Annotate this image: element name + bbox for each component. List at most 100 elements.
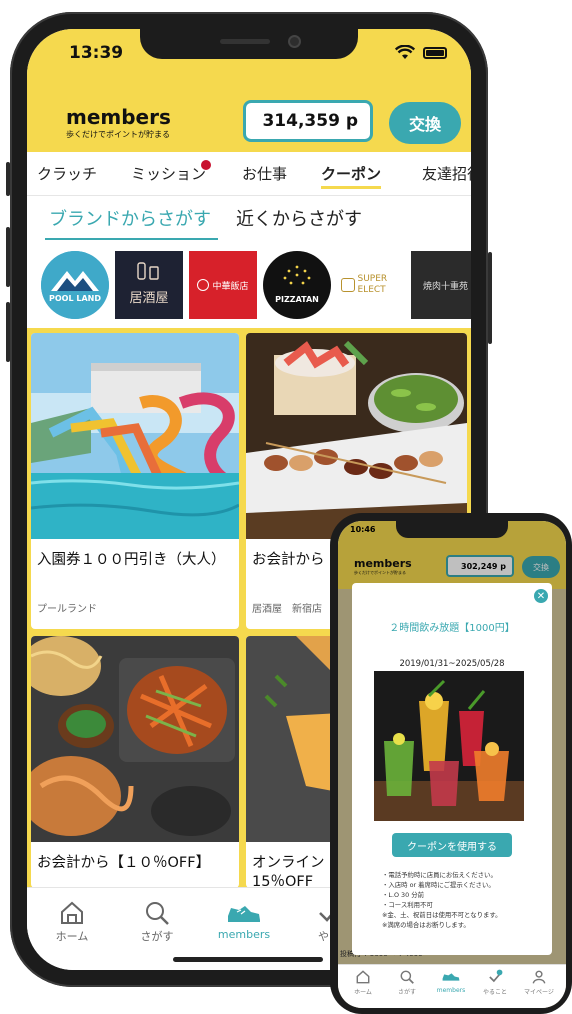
note-line: ※金、土、祝前日は使用不可となります。 [382,911,502,919]
category-tabs: クラッチ ミッション お仕事 クーポン 友達招待 [27,157,471,193]
nav-label: ホーム [354,989,372,996]
power-button [488,252,492,344]
nav-home[interactable]: ホーム [32,898,112,944]
tabs-divider [27,195,471,196]
nav-members[interactable]: members [430,969,472,994]
subtab-nearby[interactable]: 近くからさがす [236,205,362,231]
brand-pizzatan[interactable]: PIZZATAN [263,251,331,319]
members-logo: members 歩くだけでポイントが貯まる [66,107,171,140]
coupon-card-chinese[interactable]: お会計から【１０％OFF】 [31,636,239,888]
nav-todo[interactable]: やること [474,969,516,996]
nav-label: やること [482,989,507,996]
nav-search[interactable]: さがす [386,969,428,996]
brand-label: 中華飯店 [212,281,249,292]
status-time: 13:39 [69,43,124,63]
coupon-card-pool[interactable]: 入園券１００円引き（大人） プールランド [31,333,239,629]
brand-label: 焼肉十重苑 [423,281,469,292]
logo-title: members [66,105,171,129]
nav-members[interactable]: members [204,898,284,941]
pool-slide-image [31,333,239,539]
coupon-title: オンライン [252,855,325,871]
brand-label: PIZZATAN [275,295,319,304]
cocktail-image-drawing [374,671,524,821]
use-coupon-button[interactable]: クーポンを使用する [392,833,512,857]
coupon-modal: ✕ ２時間飲み放題【1000円】 2019/01/31~2025/05/28 ク… [352,583,552,955]
brand-poolland[interactable]: POOL LAND [41,251,109,319]
nav-label: マイページ [524,989,554,996]
subtab-active-indicator [45,238,218,240]
note-line: ※満席の場合はお断りします。 [382,921,470,929]
nav-mypage[interactable]: マイページ [518,969,560,996]
nav-label: さがす [397,989,416,996]
logo-subtitle: 歩くだけでポイントが貯まる [66,130,170,139]
brand-super-elect[interactable]: SUPER ELECT [337,251,405,319]
nav-search[interactable]: さがす [117,898,197,944]
home-indicator [173,957,323,962]
brand-chuka[interactable]: 中華飯店 [189,251,257,319]
person-icon [532,970,546,984]
search-icon [400,970,414,984]
speaker [220,39,270,44]
coupon-title: 入園券１００円引き（大人） [37,552,226,568]
coupon-shop: プールランド [37,604,97,615]
secondary-phone-frame: 10:46 members 歩くだけでポイントが貯まる 302,249 p 交換… [330,513,572,1014]
camera-icon [288,35,301,48]
coupon-discount: 15％OFF [252,874,314,888]
secondary-screen: 10:46 members 歩くだけでポイントが貯まる 302,249 p 交換… [338,521,566,1008]
tab-work[interactable]: お仕事 [242,163,287,184]
close-icon[interactable]: ✕ [534,589,548,603]
bottom-nav: ホーム さがす members やること マイページ [338,964,566,1008]
super-elect-emblem-icon [340,278,355,292]
exchange-button[interactable]: 交換 [389,102,461,144]
brand-label: SUPER ELECT [357,274,388,295]
tab-coupon[interactable]: クーポン [321,163,382,189]
shoe-icon [228,906,260,922]
volume-down-button [6,302,10,362]
coupon-shop: 居酒屋 新宿店 [252,604,322,615]
note-line: ・コース利用不可 [382,901,433,909]
points-balance[interactable]: 314,359 p [243,100,373,142]
poolland-logo: POOL LAND [41,251,109,319]
coupon-title: お会計から [252,552,325,568]
note-line: ・L.O 30 分前 [382,891,424,899]
home-icon [61,901,83,924]
brand-label: POOL LAND [49,294,101,303]
note-line: ・入店時 or 着席時にご提示ください。 [382,881,495,889]
check-icon [489,969,503,983]
home-icon [356,970,370,984]
modal-date-range: 2019/01/31~2025/05/28 [399,659,505,669]
coupon-title: お会計から【１０％OFF】 [37,855,211,871]
notch [396,521,508,538]
modal-notes: ・電話予約時に店員にお伝えください。 ・入店時 or 着席時にご提示ください。 … [382,870,502,930]
tab-mission[interactable]: ミッション [131,163,206,184]
nav-label: さがす [140,930,174,943]
mute-switch [6,162,10,196]
battery-icon [423,46,447,59]
wifi-icon [395,45,415,59]
brand-izakaya[interactable]: 居酒屋 [115,251,183,319]
subtab-brand[interactable]: ブランドからさがす [49,205,211,231]
shoe-icon [442,973,460,981]
volume-up-button [6,227,10,287]
notch [140,29,358,59]
mockup-stage: 13:39 members 歩くだけでポイントが貯まる 314,359 p 交換 [0,0,572,1014]
brand-yakiniku[interactable]: 焼肉十重苑 [411,251,471,319]
brand-carousel: POOL LAND 居酒屋 中華飯店 PIZZATAN SUPER ELECT … [27,249,471,321]
chuka-emblem-icon [197,279,210,291]
status-icons [395,45,447,60]
note-line: ・電話予約時に店員にお伝えください。 [382,871,497,879]
nav-label: members [217,928,271,941]
cocktail-image [374,671,524,821]
brand-label: 居酒屋 [129,291,169,306]
izakaya-food-image [246,333,467,539]
nav-label: ホーム [55,930,89,943]
modal-title: ２時間飲み放題【1000円】 [389,623,515,634]
nav-home[interactable]: ホーム [342,969,384,996]
tab-clutch[interactable]: クラッチ [37,163,97,184]
tab-invite[interactable]: 友達招待 [422,163,471,184]
search-icon [146,902,169,925]
chinese-food-image [31,636,239,842]
search-mode-tabs: ブランドからさがす 近くからさがす [27,205,471,241]
bottle-icon [137,262,159,280]
notification-badge [201,160,211,170]
